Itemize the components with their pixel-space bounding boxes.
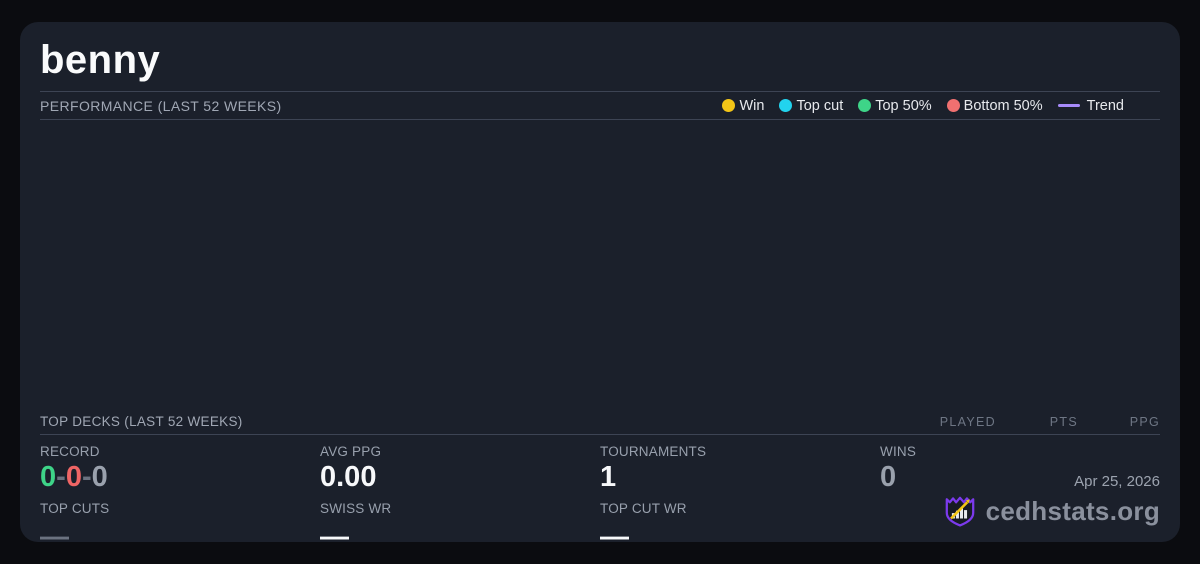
stat-label: TOP CUTS	[40, 501, 320, 516]
bottom-50-dot-icon	[947, 99, 960, 112]
cedhstats-shield-logo-icon	[942, 493, 978, 529]
top-50-dot-icon	[858, 99, 871, 112]
record-wins: 0	[40, 461, 56, 493]
record-separator: -	[82, 461, 92, 493]
performance-chart-area	[20, 120, 1180, 409]
performance-section-title: PERFORMANCE (LAST 52 WEEKS)	[40, 98, 282, 114]
avg-ppg-value: 0.00	[320, 462, 600, 494]
top-decks-section-title: TOP DECKS (LAST 52 WEEKS)	[40, 414, 243, 429]
legend-item-trend: Trend	[1058, 98, 1124, 114]
legend-label: Bottom 50%	[964, 98, 1043, 114]
legend-label: Top cut	[796, 98, 843, 114]
legend-item-bottom-50: Bottom 50%	[947, 98, 1043, 114]
brand-name: cedhstats.org	[986, 496, 1160, 527]
trend-line-icon	[1058, 104, 1080, 107]
stat-label: SWISS WR	[320, 501, 600, 516]
legend-item-top-50: Top 50%	[858, 98, 931, 114]
tournaments-value: 1	[600, 462, 880, 494]
stat-label: TOP CUT WR	[600, 501, 880, 516]
swiss-wr-value: —	[320, 526, 600, 549]
card-footer: Apr 25, 2026 cedhstats.org	[942, 473, 1160, 529]
top-cut-dot-icon	[779, 99, 792, 112]
player-name-title: benny	[20, 22, 1180, 91]
win-dot-icon	[722, 99, 735, 112]
generated-date: Apr 25, 2026	[942, 473, 1160, 490]
stat-avg-ppg: AVG PPG 0.00 SWISS WR —	[320, 444, 600, 549]
column-header-played: PLAYED	[914, 415, 996, 429]
stat-label: AVG PPG	[320, 444, 600, 459]
record-draws: 0	[92, 461, 108, 493]
stat-tournaments: TOURNAMENTS 1 TOP CUT WR —	[600, 444, 880, 549]
brand: cedhstats.org	[942, 493, 1160, 529]
legend-label: Top 50%	[875, 98, 931, 114]
legend-label: Win	[739, 98, 764, 114]
legend-label: Trend	[1087, 98, 1124, 114]
record-separator: -	[56, 461, 66, 493]
legend-item-win: Win	[722, 98, 764, 114]
stat-record: RECORD 0-0-0 TOP CUTS —	[40, 444, 320, 549]
column-header-pts: PTS	[996, 415, 1078, 429]
performance-header-row: PERFORMANCE (LAST 52 WEEKS) Win Top cut …	[40, 91, 1160, 120]
top-cuts-value: —	[40, 526, 320, 549]
top-decks-header-row: TOP DECKS (LAST 52 WEEKS) PLAYED PTS PPG	[40, 409, 1160, 435]
column-header-ppg: PPG	[1078, 415, 1160, 429]
stat-label: RECORD	[40, 444, 320, 459]
legend-item-top-cut: Top cut	[779, 98, 843, 114]
stat-label: TOURNAMENTS	[600, 444, 880, 459]
player-stats-card: benny PERFORMANCE (LAST 52 WEEKS) Win To…	[20, 22, 1180, 542]
top-cut-wr-value: —	[600, 526, 880, 549]
chart-legend: Win Top cut Top 50% Bottom 50% Trend	[722, 98, 1124, 114]
top-decks-column-headers: PLAYED PTS PPG	[914, 415, 1160, 429]
record-losses: 0	[66, 461, 82, 493]
record-value: 0-0-0	[40, 462, 320, 494]
stat-label: WINS	[880, 444, 1160, 459]
